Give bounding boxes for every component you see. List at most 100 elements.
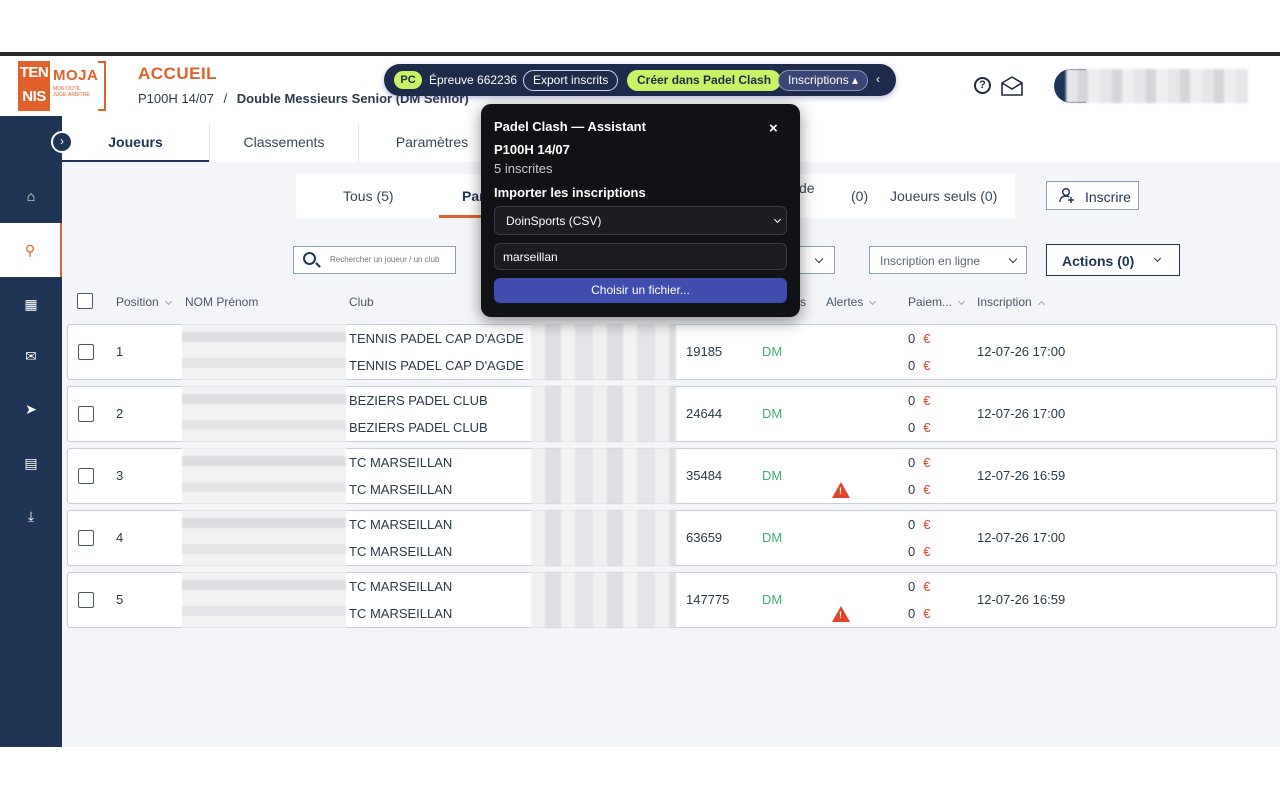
- player-names-redacted: [182, 510, 346, 566]
- padel-clash-assistant-popup: Padel Clash — Assistant × P100H 14/07 5 …: [481, 104, 800, 317]
- filter-zero[interactable]: (0): [851, 188, 868, 204]
- euro-icon: €: [923, 420, 931, 435]
- column-position-label: Position: [116, 295, 159, 309]
- mail-icon: ✉: [25, 347, 37, 364]
- sidebar-item-grid[interactable]: ▤: [0, 436, 62, 490]
- euro-icon: €: [923, 606, 931, 621]
- redacted-data: [531, 386, 676, 442]
- euro-icon: €: [923, 544, 931, 559]
- column-position[interactable]: Position: [116, 295, 172, 309]
- row-checkbox[interactable]: [78, 406, 94, 422]
- column-paiement[interactable]: Paiem...: [908, 295, 966, 309]
- row-checkbox[interactable]: [78, 468, 94, 484]
- import-source-select[interactable]: DoinSports (CSV): [494, 206, 787, 235]
- add-user-icon: [1059, 188, 1074, 203]
- table-row[interactable]: 1 TENNIS PADEL CAP D'AGDE TENNIS PADEL C…: [67, 324, 1277, 380]
- actions-button[interactable]: Actions (0): [1046, 244, 1180, 276]
- row-category: DM: [762, 592, 783, 607]
- warning-icon[interactable]: !: [832, 606, 850, 622]
- envelope-icon[interactable]: [1001, 76, 1023, 96]
- column-alertes-label: Alertes: [826, 295, 864, 309]
- row-payment-2: 0 €: [908, 358, 930, 373]
- help-icon[interactable]: ?: [974, 77, 991, 94]
- row-position: 1: [116, 344, 124, 359]
- row-position: 3: [116, 468, 124, 483]
- payment-amount: 0: [908, 606, 916, 621]
- sidebar-item-download[interactable]: ⤓: [0, 489, 62, 543]
- choose-file-button[interactable]: Choisir un fichier...: [494, 278, 787, 303]
- row-number: 24644: [686, 406, 723, 421]
- breadcrumb-event[interactable]: P100H 14/07: [138, 91, 214, 106]
- download-icon: ⤓: [27, 507, 35, 524]
- filter-tous[interactable]: Tous (5): [343, 188, 394, 204]
- row-category: DM: [762, 468, 783, 483]
- sidebar-item-mail[interactable]: ✉: [0, 329, 62, 383]
- search-input[interactable]: [330, 255, 452, 264]
- euro-icon: €: [923, 393, 931, 408]
- row-number: 63659: [686, 530, 723, 545]
- inscrire-button[interactable]: Inscrire: [1046, 181, 1139, 210]
- search-icon: [303, 252, 316, 265]
- row-checkbox[interactable]: [78, 344, 94, 360]
- table-row[interactable]: 2 BEZIERS PADEL CLUB BEZIERS PADEL CLUB …: [67, 386, 1277, 442]
- row-date: 12-07-26 16:59: [977, 592, 1066, 607]
- tab-joueurs[interactable]: Joueurs: [62, 124, 209, 162]
- tab-classements[interactable]: Classements: [210, 124, 358, 162]
- sidebar-item-send[interactable]: ➤: [0, 382, 62, 436]
- payment-amount: 0: [908, 544, 916, 559]
- app-logo[interactable]: TEN NIS MOJA MON OUTIL JUGE-ARBITRE: [18, 61, 106, 113]
- players-icon: ⚲: [24, 241, 36, 258]
- sidebar-item-players[interactable]: ⚲: [0, 223, 62, 277]
- column-alertes[interactable]: Alertes: [826, 295, 877, 309]
- row-payment-2: 0 €: [908, 420, 930, 435]
- filter-joueurs-seuls[interactable]: Joueurs seuls (0): [890, 188, 997, 204]
- calendar-icon: ▦: [24, 295, 38, 312]
- column-inscription[interactable]: Inscription: [977, 295, 1045, 309]
- send-icon: ➤: [25, 400, 37, 417]
- filter-select-partial[interactable]: [800, 246, 835, 274]
- column-club[interactable]: Club: [349, 295, 374, 309]
- close-icon[interactable]: ×: [769, 120, 778, 137]
- inscriptions-toggle-button[interactable]: Inscriptions ▴: [778, 70, 869, 91]
- search-box: [293, 246, 456, 274]
- player-names-redacted: [182, 386, 346, 442]
- row-category: DM: [762, 344, 783, 359]
- select-all-checkbox[interactable]: [77, 293, 93, 309]
- inscription-type-select[interactable]: Inscription en ligne: [869, 246, 1027, 274]
- warning-icon[interactable]: !: [832, 482, 850, 498]
- table-row[interactable]: 4 TC MARSEILLAN TC MARSEILLAN 63659 DM 0…: [67, 510, 1277, 566]
- logo-moja-text: MOJA: [53, 67, 99, 84]
- redacted-data: [531, 448, 676, 504]
- row-date: 12-07-26 16:59: [977, 468, 1066, 483]
- logo-bracket: [98, 61, 106, 111]
- sort-chevron-up-icon: [1037, 300, 1045, 309]
- user-name-redacted[interactable]: [1066, 69, 1248, 103]
- breadcrumb-separator: /: [223, 91, 228, 106]
- popup-count: 5 inscrites: [494, 161, 553, 176]
- filter-de[interactable]: de: [799, 180, 815, 196]
- sidebar-toggle-icon[interactable]: ›: [51, 131, 73, 153]
- payment-amount: 0: [908, 579, 916, 594]
- pc-badge: PC: [394, 71, 422, 89]
- actions-label: Actions (0): [1062, 253, 1135, 269]
- collapse-toolbar-icon[interactable]: ‹: [876, 72, 880, 86]
- create-padel-clash-button[interactable]: Créer dans Padel Clash: [627, 70, 782, 91]
- row-category: DM: [762, 530, 783, 545]
- sidebar-item-calendar[interactable]: ▦: [0, 277, 62, 331]
- import-label: Importer les inscriptions: [494, 185, 646, 200]
- table-row[interactable]: 5 TC MARSEILLAN TC MARSEILLAN 147775 DM …: [67, 572, 1277, 628]
- club-filter-input[interactable]: [494, 243, 787, 270]
- export-inscrits-button[interactable]: Export inscrits: [523, 70, 619, 91]
- row-checkbox[interactable]: [78, 592, 94, 608]
- sidebar-item-home[interactable]: ⌂: [0, 169, 62, 223]
- payment-amount: 0: [908, 420, 916, 435]
- table-row[interactable]: 3 TC MARSEILLAN TC MARSEILLAN 35484 DM !…: [67, 448, 1277, 504]
- row-club-2: TC MARSEILLAN: [349, 606, 453, 621]
- row-number: 147775: [686, 592, 730, 607]
- row-payment-1: 0 €: [908, 393, 930, 408]
- column-name[interactable]: NOM Prénom: [185, 295, 258, 309]
- payment-amount: 0: [908, 331, 916, 346]
- euro-icon: €: [923, 482, 931, 497]
- row-checkbox[interactable]: [78, 530, 94, 546]
- row-payment-2: 0 €: [908, 606, 930, 621]
